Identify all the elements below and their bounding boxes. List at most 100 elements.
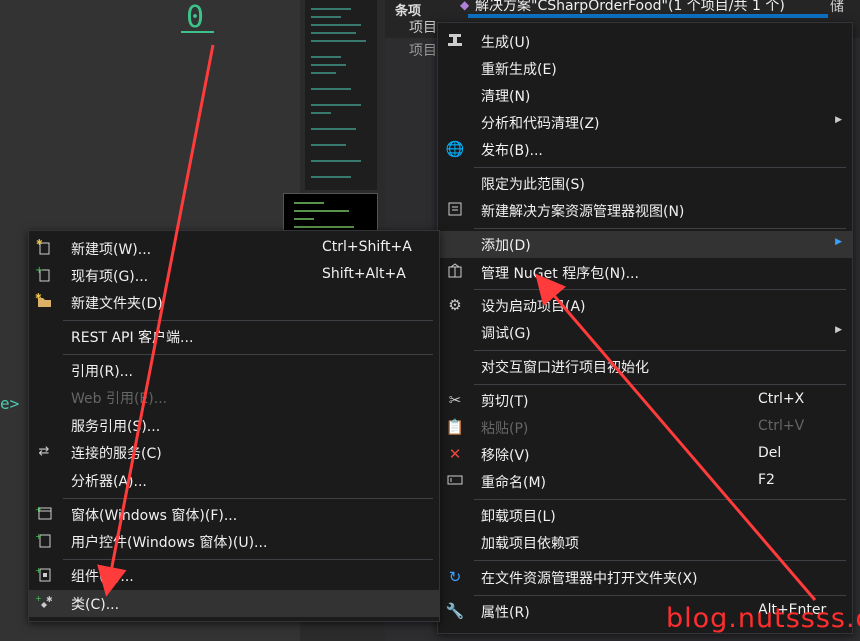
gear-icon: ⚙ <box>448 296 462 314</box>
menu-label: 分析器(A)... <box>71 474 147 490</box>
menu-label: 设为启动项目(A) <box>481 299 586 315</box>
side-tab-label[interactable]: 储 <box>830 0 844 16</box>
rename-icon <box>445 471 465 491</box>
menu-item-load-deps[interactable]: 加载项目依赖项 <box>438 529 852 556</box>
menu-shortcut: Shift+Alt+A <box>322 266 406 282</box>
menu-item-publish[interactable]: 🌐 发布(B)... <box>438 136 852 163</box>
nuget-icon <box>445 262 465 282</box>
menu-label: REST API 客户端... <box>71 330 194 346</box>
refresh-open-icon: ↻ <box>448 568 462 586</box>
existing-item-icon: + <box>34 265 54 285</box>
menu-label: 加载项目依赖项 <box>481 536 579 552</box>
menu-label: 添加(D) <box>481 238 531 254</box>
new-view-icon <box>445 200 465 220</box>
menu-item-add[interactable]: 添加(D) ▶ <box>438 231 852 258</box>
submenu-item-class[interactable]: + ✱ 类(C)... <box>29 590 439 617</box>
watermark-text: blog.nutssss.cn <box>666 603 860 634</box>
menu-item-scope[interactable]: 限定为此范围(S) <box>438 170 852 197</box>
tree-item-project-2[interactable]: 项目 <box>409 40 437 60</box>
selection-bar <box>468 14 828 18</box>
menu-shortcut: Ctrl+X <box>758 391 805 407</box>
submenu-arrow-icon: ▶ <box>835 237 842 247</box>
submenu-item-existing-item[interactable]: + 现有项(G)... Shift+Alt+A <box>29 262 439 289</box>
menu-item-new-view[interactable]: 新建解决方案资源管理器视图(N) <box>438 197 852 224</box>
counter-text: 0 <box>186 0 205 35</box>
menu-label: 服务引用(S)... <box>71 419 161 435</box>
tree-item-project[interactable]: 项目 <box>409 17 437 37</box>
menu-label: 新建解决方案资源管理器视图(N) <box>481 204 685 220</box>
menu-item-set-startup[interactable]: ⚙ 设为启动项目(A) <box>438 292 852 319</box>
menu-label: 对交互窗口进行项目初始化 <box>481 360 649 376</box>
svg-text:+: + <box>35 594 42 603</box>
menu-item-rebuild[interactable]: 重新生成(E) <box>438 55 852 82</box>
menu-item-paste[interactable]: 📋 粘贴(P) Ctrl+V <box>438 414 852 441</box>
menu-shortcut: Ctrl+Shift+A <box>322 239 412 255</box>
menu-separator <box>474 350 846 351</box>
submenu-item-new-item[interactable]: ✱ 新建项(W)... Ctrl+Shift+A <box>29 235 439 262</box>
svg-text:✱: ✱ <box>36 238 43 247</box>
component-icon: + <box>34 565 54 585</box>
menu-item-remove[interactable]: ✕ 移除(V) Del <box>438 441 852 468</box>
wrench-icon: 🔧 <box>445 602 465 620</box>
menu-label: 粘贴(P) <box>481 421 529 437</box>
menu-separator <box>474 384 846 385</box>
menu-separator <box>63 498 433 499</box>
menu-item-open-folder[interactable]: ↻ 在文件资源管理器中打开文件夹(X) <box>438 564 852 591</box>
menu-item-build[interactable]: 生成(U) <box>438 28 852 55</box>
menu-item-nuget[interactable]: 管理 NuGet 程序包(N)... <box>438 259 852 286</box>
menu-separator <box>63 354 433 355</box>
submenu-arrow-icon: ▶ <box>835 115 842 125</box>
menu-separator <box>474 560 846 561</box>
menu-item-clean[interactable]: 清理(N) <box>438 82 852 109</box>
submenu-item-new-folder[interactable]: ✱ 新建文件夹(D) <box>29 289 439 316</box>
menu-label: 组件(N)... <box>71 569 134 585</box>
add-submenu: ✱ 新建项(W)... Ctrl+Shift+A + 现有项(G)... Shi… <box>28 230 440 622</box>
submenu-item-web-reference[interactable]: Web 引用(E)... <box>29 384 439 411</box>
menu-label: 在文件资源管理器中打开文件夹(X) <box>481 571 698 587</box>
new-folder-icon: ✱ <box>34 292 54 312</box>
build-icon <box>445 31 465 51</box>
svg-text:+: + <box>35 566 42 575</box>
submenu-item-user-control[interactable]: + 用户控件(Windows 窗体)(U)... <box>29 528 439 555</box>
menu-item-cut[interactable]: ✂ 剪切(T) Ctrl+X <box>438 387 852 414</box>
menu-separator <box>474 228 846 229</box>
scissors-icon: ✂ <box>448 391 462 409</box>
submenu-item-component[interactable]: + 组件(N)... <box>29 562 439 589</box>
menu-label: 剪切(T) <box>481 394 529 410</box>
new-item-icon: ✱ <box>34 238 54 258</box>
menu-item-unload[interactable]: 卸载项目(L) <box>438 502 852 529</box>
menu-label: 窗体(Windows 窗体)(F)... <box>71 508 238 524</box>
submenu-item-form[interactable]: + 窗体(Windows 窗体)(F)... <box>29 501 439 528</box>
submenu-item-reference[interactable]: 引用(R)... <box>29 357 439 384</box>
menu-label: 重新生成(E) <box>481 62 557 78</box>
menu-item-interactive-init[interactable]: 对交互窗口进行项目初始化 <box>438 353 852 380</box>
menu-label: 管理 NuGet 程序包(N)... <box>481 266 639 282</box>
menu-label: 移除(V) <box>481 448 530 464</box>
menu-label: 卸载项目(L) <box>481 509 556 525</box>
menu-item-rename[interactable]: 重命名(M) F2 <box>438 468 852 495</box>
menu-separator <box>474 289 846 290</box>
menu-item-analyze[interactable]: 分析和代码清理(Z) ▶ <box>438 109 852 136</box>
menu-separator <box>474 595 846 596</box>
menu-item-debug[interactable]: 调试(G) ▶ <box>438 319 852 346</box>
menu-label: 生成(U) <box>481 35 531 51</box>
connected-service-icon: ⇄ <box>38 444 50 459</box>
menu-shortcut: Ctrl+V <box>758 418 805 434</box>
menu-label: 连接的服务(C) <box>71 446 162 462</box>
submenu-item-connected-service[interactable]: ⇄ 连接的服务(C) <box>29 439 439 466</box>
svg-text:✱: ✱ <box>46 595 53 604</box>
submenu-item-analyzer[interactable]: 分析器(A)... <box>29 467 439 494</box>
submenu-item-rest-api[interactable]: REST API 客户端... <box>29 323 439 350</box>
form-icon: + <box>34 504 54 524</box>
paste-icon: 📋 <box>445 418 465 436</box>
solution-node[interactable]: 解决方案"CSharpOrderFood"(1 个项目/共 1 个) <box>475 0 785 15</box>
menu-separator <box>474 167 846 168</box>
project-context-menu: 生成(U) 重新生成(E) 清理(N) 分析和代码清理(Z) ▶ 🌐 发布(B)… <box>437 22 853 634</box>
menu-label: 调试(G) <box>481 326 531 342</box>
remove-x-icon: ✕ <box>448 445 462 463</box>
counter-underline <box>181 31 214 33</box>
menu-separator <box>63 559 433 560</box>
class-icon: + ✱ <box>34 593 54 613</box>
submenu-item-service-reference[interactable]: 服务引用(S)... <box>29 412 439 439</box>
menu-shortcut: Del <box>758 445 782 461</box>
